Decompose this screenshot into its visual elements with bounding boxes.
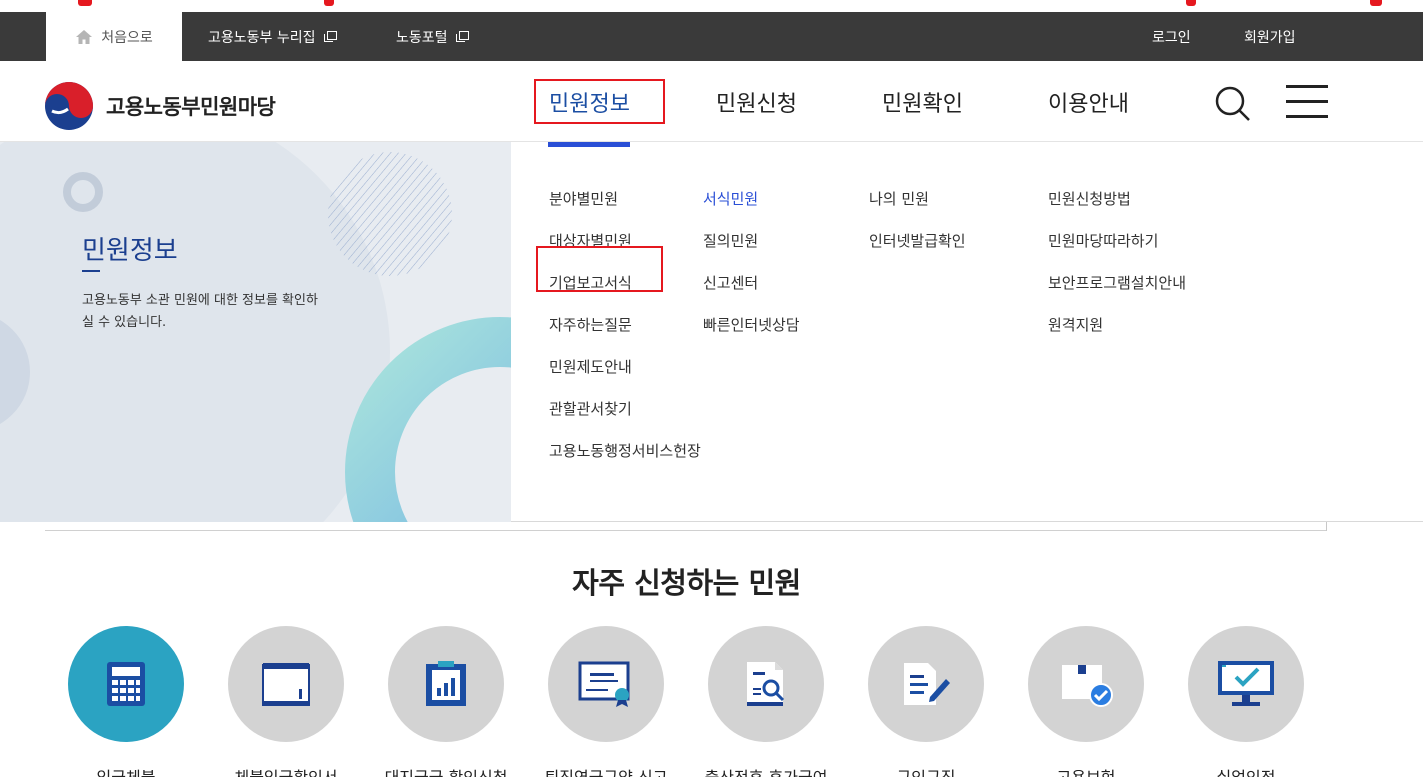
service-label: 퇴직연금규약 신고 <box>526 764 686 777</box>
mega-menu: 민원정보 고용노동부 소관 민원에 대한 정보를 확인하실 수 있습니다. 분야… <box>0 142 1423 522</box>
service-maternity-leave[interactable]: 출산전후 휴가급여 <box>686 626 846 777</box>
hamburger-icon <box>1286 85 1328 88</box>
menu-link-follow-guide[interactable]: 민원마당따라하기 <box>1048 230 1186 272</box>
calculator-icon <box>107 662 145 706</box>
menu-link-my-civil[interactable]: 나의 민원 <box>869 188 966 230</box>
service-substitute-payment[interactable]: 대지급금 확인신청 <box>366 626 526 777</box>
menu-link-form-civil[interactable]: 서식민원 <box>703 188 800 230</box>
service-job-search[interactable]: 구인구직 <box>846 626 1006 777</box>
search-button[interactable] <box>1214 85 1252 123</box>
nav-item-check[interactable]: 민원확인 <box>882 61 963 142</box>
service-wage-arrears[interactable]: 임금체불 <box>46 626 206 777</box>
service-retirement-pension[interactable]: 퇴직연금규약 신고 <box>526 626 686 777</box>
nurijip-link[interactable]: 고용노동부 누리집 <box>208 12 337 61</box>
mega-column-1: 분야별민원 대상자별민원 기업보고서식 자주하는질문 민원제도안내 관할관서찾기… <box>549 188 701 482</box>
edit-document-icon <box>904 663 950 705</box>
logo-text: 고용노동부민원마당 <box>106 95 276 119</box>
signup-link-label: 회원가입 <box>1244 29 1296 46</box>
utility-nav: 처음으로 고용노동부 누리집 노동포털 로그인 회원가입 <box>0 12 1423 61</box>
service-label: 고용보험 <box>1006 764 1166 777</box>
mega-column-4: 민원신청방법 민원마당따라하기 보안프로그램설치안내 원격지원 <box>1048 188 1186 356</box>
service-label: 체불임금확인서 <box>206 764 366 777</box>
menu-link-security-install[interactable]: 보안프로그램설치안내 <box>1048 272 1186 314</box>
home-icon <box>76 29 93 44</box>
service-label: 임금체불 <box>46 764 206 777</box>
service-icon-circle <box>1188 626 1304 742</box>
menu-link-service-charter[interactable]: 고용노동행정서비스헌장 <box>549 440 701 482</box>
divider-tick <box>1326 522 1327 531</box>
external-link-icon <box>323 31 337 42</box>
menu-link-apply-method[interactable]: 민원신청방법 <box>1048 188 1186 230</box>
service-label: 대지급금 확인신청 <box>366 764 526 777</box>
menu-link-remote-support[interactable]: 원격지원 <box>1048 314 1186 356</box>
divider <box>45 530 1327 531</box>
home-link-label: 처음으로 <box>101 29 153 46</box>
labor-portal-link[interactable]: 노동포털 <box>396 12 469 61</box>
nav-active-underline <box>548 142 630 147</box>
site-logo[interactable]: 고용노동부민원마당 <box>44 81 276 131</box>
service-unemployment-recognition[interactable]: 실업인정 <box>1166 626 1326 777</box>
mega-menu-description: 고용노동부 소관 민원에 대한 정보를 확인하실 수 있습니다. <box>82 293 318 330</box>
service-label: 출산전후 휴가급여 <box>686 764 846 777</box>
hamburger-icon-line <box>1286 100 1328 103</box>
certificate-icon <box>578 661 630 707</box>
menu-link-report-center[interactable]: 신고센터 <box>703 272 800 314</box>
home-link[interactable]: 처음으로 <box>46 12 182 61</box>
service-icon-circle <box>868 626 984 742</box>
document-icon <box>262 663 310 706</box>
monitor-check-icon <box>1218 661 1274 706</box>
box-check-icon <box>1062 665 1113 707</box>
title-underline <box>82 270 100 272</box>
chart-document-icon <box>426 661 466 706</box>
menu-link-by-field[interactable]: 분야별민원 <box>549 188 701 230</box>
service-icon-circle <box>1028 626 1144 742</box>
mega-column-2: 서식민원 질의민원 신고센터 빠른인터넷상담 <box>703 188 800 356</box>
service-icon-circle <box>708 626 824 742</box>
cropped-banner-strip <box>0 0 1423 12</box>
nav-item-apply[interactable]: 민원신청 <box>716 61 797 142</box>
menu-link-find-office[interactable]: 관할관서찾기 <box>549 398 701 440</box>
frequent-section-title: 자주 신청하는 민원 <box>572 566 801 600</box>
service-label: 실업인정 <box>1166 764 1326 777</box>
all-menu-button[interactable] <box>1286 85 1328 119</box>
document-search-icon <box>747 662 785 706</box>
service-label: 구인구직 <box>846 764 1006 777</box>
menu-link-inquiry[interactable]: 질의민원 <box>703 230 800 272</box>
taegeuk-logo-icon <box>45 82 93 130</box>
menu-link-quick-consult[interactable]: 빠른인터넷상담 <box>703 314 800 356</box>
service-icon-circle <box>68 626 184 742</box>
highlight-box-find-office <box>536 246 663 292</box>
hamburger-icon-line <box>1286 115 1328 118</box>
nav-item-guide[interactable]: 이용안내 <box>1048 61 1129 142</box>
menu-link-system-guide[interactable]: 민원제도안내 <box>549 356 701 398</box>
login-link-label: 로그인 <box>1152 29 1191 46</box>
service-icon-circle <box>228 626 344 742</box>
mega-menu-title: 민원정보 <box>82 236 178 266</box>
nurijip-link-label: 고용노동부 누리집 <box>208 29 316 46</box>
mega-column-3: 나의 민원 인터넷발급확인 <box>869 188 966 272</box>
login-link[interactable]: 로그인 <box>1152 12 1191 61</box>
service-icon-circle <box>548 626 664 742</box>
menu-link-issue-verify[interactable]: 인터넷발급확인 <box>869 230 966 272</box>
labor-portal-link-label: 노동포털 <box>396 29 448 46</box>
menu-link-faq[interactable]: 자주하는질문 <box>549 314 701 356</box>
service-unpaid-wage-cert[interactable]: 체불임금확인서 <box>206 626 366 777</box>
nav-item-info[interactable]: 민원정보 <box>549 61 630 142</box>
site-header: 고용노동부민원마당 민원정보 민원신청 민원확인 이용안내 <box>0 61 1423 142</box>
service-icon-circle <box>388 626 504 742</box>
service-employment-insurance[interactable]: 고용보험 <box>1006 626 1166 777</box>
external-link-icon <box>455 31 469 42</box>
search-icon <box>1215 86 1250 121</box>
top-utility-bar: 처음으로 고용노동부 누리집 노동포털 로그인 회원가입 <box>0 0 1423 61</box>
signup-link[interactable]: 회원가입 <box>1244 12 1296 61</box>
mega-menu-intro: 민원정보 고용노동부 소관 민원에 대한 정보를 확인하실 수 있습니다. <box>0 142 511 522</box>
